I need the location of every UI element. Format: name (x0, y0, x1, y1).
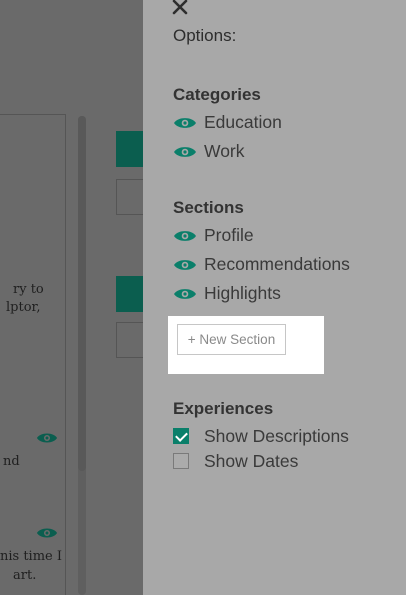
scrollbar[interactable] (78, 116, 86, 595)
background-text: nis time I (0, 549, 63, 564)
experiences-heading: Experiences (173, 399, 274, 418)
category-label: Work (204, 140, 245, 161)
close-icon[interactable] (169, 0, 191, 18)
eye-icon[interactable] (173, 115, 197, 129)
experience-option-label: Show Descriptions (204, 425, 349, 446)
eye-icon[interactable] (173, 144, 197, 158)
section-label: Profile (204, 224, 254, 245)
background-page: ry to lptor, nd nis time I art. (0, 0, 143, 595)
category-item-education[interactable]: Education (173, 110, 282, 134)
section-item-highlights[interactable]: Highlights (173, 281, 281, 305)
experience-option-show-descriptions[interactable]: Show Descriptions (173, 424, 349, 448)
new-section-button[interactable]: + New Section (177, 324, 286, 355)
background-button[interactable] (116, 276, 143, 312)
eye-icon[interactable] (36, 525, 58, 539)
section-label: Recommendations (204, 253, 350, 274)
section-item-recommendations[interactable]: Recommendations (173, 252, 350, 276)
show-descriptions-checkbox[interactable] (173, 428, 189, 444)
experience-option-label: Show Dates (204, 450, 299, 471)
eye-icon[interactable] (173, 286, 197, 300)
background-button[interactable] (116, 322, 143, 358)
section-item-profile[interactable]: Profile (173, 223, 254, 247)
background-button[interactable] (116, 131, 143, 167)
new-section-highlight: + New Section (168, 316, 324, 374)
options-title: Options: (173, 26, 237, 45)
options-panel: Options: Categories Education Work Secti… (143, 0, 406, 595)
eye-icon[interactable] (36, 430, 58, 444)
sections-heading: Sections (173, 198, 244, 217)
eye-icon[interactable] (173, 228, 197, 242)
experience-option-show-dates[interactable]: Show Dates (173, 449, 298, 473)
section-label: Highlights (204, 282, 281, 303)
background-text: ry to (13, 282, 44, 297)
scrollbar-thumb[interactable] (78, 116, 86, 471)
background-text: art. (13, 568, 37, 583)
show-dates-checkbox[interactable] (173, 453, 189, 469)
category-label: Education (204, 111, 282, 132)
eye-icon[interactable] (173, 257, 197, 271)
background-text: nd (3, 454, 20, 469)
categories-heading: Categories (173, 85, 261, 104)
category-item-work[interactable]: Work (173, 139, 245, 163)
document-card (0, 114, 66, 595)
background-button[interactable] (116, 179, 143, 215)
background-text: lptor, (6, 300, 41, 315)
